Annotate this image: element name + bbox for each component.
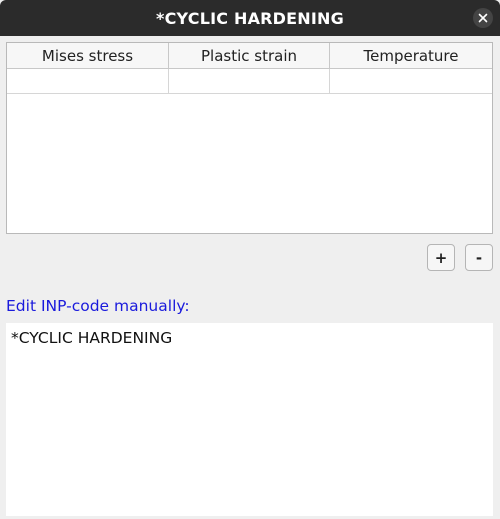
column-header-plastic-strain[interactable]: Plastic strain xyxy=(169,43,330,68)
table-cell-plastic-strain[interactable] xyxy=(169,69,330,93)
table-header: Mises stress Plastic strain Temperature xyxy=(7,43,492,69)
window-title: *CYCLIC HARDENING xyxy=(156,8,344,28)
inp-code-editor[interactable]: *CYCLIC HARDENING xyxy=(6,323,493,516)
close-button[interactable] xyxy=(473,8,493,28)
title-bar[interactable]: *CYCLIC HARDENING xyxy=(0,0,500,36)
column-header-temperature[interactable]: Temperature xyxy=(330,43,492,68)
close-icon xyxy=(478,13,488,23)
column-header-mises-stress[interactable]: Mises stress xyxy=(7,43,169,68)
edit-inp-label: Edit INP-code manually: xyxy=(6,297,190,315)
add-row-button[interactable]: + xyxy=(427,244,455,271)
table-cell-temperature[interactable] xyxy=(330,69,492,93)
remove-row-button[interactable]: - xyxy=(465,244,493,271)
hardening-table[interactable]: Mises stress Plastic strain Temperature xyxy=(6,42,493,234)
dialog-window: *CYCLIC HARDENING Mises stress Plastic s… xyxy=(0,0,500,519)
table-cell-mises-stress[interactable] xyxy=(7,69,169,93)
table-row[interactable] xyxy=(7,69,492,94)
